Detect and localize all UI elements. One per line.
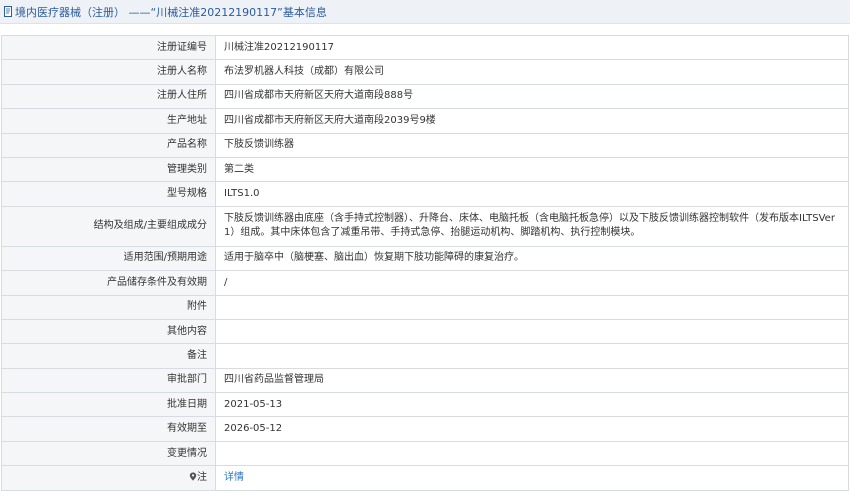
row-value <box>215 343 849 369</box>
row-label: 其他内容 <box>1 318 216 345</box>
row-label: 产品名称 <box>1 132 216 158</box>
row-label: 适用范围/预期用途 <box>1 245 216 272</box>
info-table: 注册证编号 川械注准20212190117 注册人名称 布法罗机器人科技（成都）… <box>1 34 849 491</box>
row-value: 2026-05-12 <box>215 416 849 442</box>
table-row: 其他内容 <box>1 318 849 345</box>
table-row: 注册人住所 四川省成都市天府新区天府大道南段888号 <box>1 83 849 110</box>
row-label: 变更情况 <box>1 440 216 467</box>
table-row: 生产地址 四川省成都市天府新区天府大道南段2039号9楼 <box>1 108 849 134</box>
note-value-cell: 详情 <box>215 465 849 491</box>
table-row: 管理类别 第二类 <box>1 156 849 183</box>
row-value: 四川省药品监督管理局 <box>215 367 849 394</box>
page: 境内医疗器械（注册） ——“川械注准20212190117”基本信息 注册证编号… <box>0 0 850 498</box>
table-row: 型号规格 ILTS1.0 <box>1 181 849 207</box>
table-row: 产品储存条件及有效期 / <box>1 270 849 296</box>
table-row: 变更情况 <box>1 440 849 467</box>
row-value: 四川省成都市天府新区天府大道南段2039号9楼 <box>215 108 849 134</box>
row-value <box>215 440 849 467</box>
row-label: 产品储存条件及有效期 <box>1 270 216 296</box>
table-row: 批准日期 2021-05-13 <box>1 392 849 418</box>
table-row: 审批部门 四川省药品监督管理局 <box>1 367 849 394</box>
row-label: 注册证编号 <box>1 34 216 61</box>
row-label: 有效期至 <box>1 416 216 442</box>
row-value: 四川省成都市天府新区天府大道南段888号 <box>215 83 849 110</box>
note-label: 注 <box>197 471 207 483</box>
document-icon <box>4 6 12 17</box>
table-row: 结构及组成/主要组成成分 下肢反馈训练器由底座（含手持式控制器）、升降台、床体、… <box>1 205 849 247</box>
row-label: 生产地址 <box>1 108 216 134</box>
table-row: 附件 <box>1 294 849 320</box>
row-value: ILTS1.0 <box>215 181 849 207</box>
row-label: 附件 <box>1 294 216 320</box>
table-row-note: 注 详情 <box>1 465 849 491</box>
detail-link[interactable]: 详情 <box>224 472 244 483</box>
row-value <box>215 294 849 320</box>
row-value: 第二类 <box>215 156 849 183</box>
note-label-cell: 注 <box>1 465 216 491</box>
row-label: 型号规格 <box>1 181 216 207</box>
row-value: 2021-05-13 <box>215 392 849 418</box>
row-value: 下肢反馈训练器 <box>215 132 849 158</box>
row-label: 结构及组成/主要组成成分 <box>1 205 216 247</box>
row-value: 下肢反馈训练器由底座（含手持式控制器）、升降台、床体、电脑托板（含电脑托板急停）… <box>215 205 849 247</box>
row-label: 注册人名称 <box>1 59 216 85</box>
table-row: 适用范围/预期用途 适用于脑卒中（脑梗塞、脑出血）恢复期下肢功能障碍的康复治疗。 <box>1 245 849 272</box>
table-row: 备注 <box>1 343 849 369</box>
table-row: 有效期至 2026-05-12 <box>1 416 849 442</box>
row-value: 川械注准20212190117 <box>215 34 849 61</box>
row-value: 布法罗机器人科技（成都）有限公司 <box>215 59 849 85</box>
row-label: 审批部门 <box>1 367 216 394</box>
row-label: 注册人住所 <box>1 83 216 110</box>
row-label: 备注 <box>1 343 216 369</box>
row-value: 适用于脑卒中（脑梗塞、脑出血）恢复期下肢功能障碍的康复治疗。 <box>215 245 849 272</box>
table-row: 产品名称 下肢反馈训练器 <box>1 132 849 158</box>
page-header: 境内医疗器械（注册） ——“川械注准20212190117”基本信息 <box>0 0 850 24</box>
row-value: / <box>215 270 849 296</box>
page-title: 境内医疗器械（注册） ——“川械注准20212190117”基本信息 <box>15 5 327 19</box>
location-pin-icon <box>189 472 197 481</box>
table-row: 注册人名称 布法罗机器人科技（成都）有限公司 <box>1 59 849 85</box>
row-value <box>215 318 849 345</box>
row-label: 管理类别 <box>1 156 216 183</box>
row-label: 批准日期 <box>1 392 216 418</box>
table-row: 注册证编号 川械注准20212190117 <box>1 34 849 61</box>
